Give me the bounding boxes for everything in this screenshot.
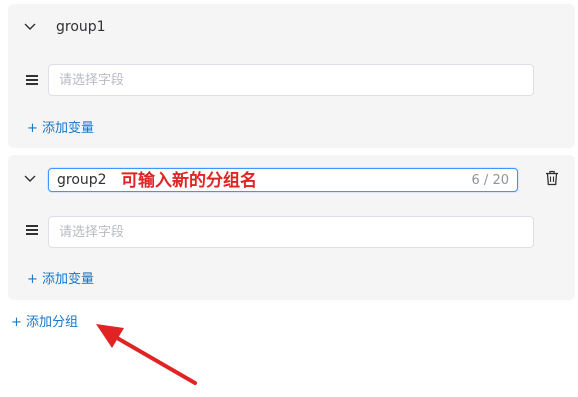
field-select-input[interactable] (48, 64, 534, 96)
chevron-down-icon[interactable] (23, 20, 37, 34)
group-name: group1 (56, 19, 106, 35)
group-card-1: group1 + 添加变量 (8, 4, 575, 148)
group-card-2: group2 6 / 20 可输入新的分组名 + 添加变量 (8, 155, 575, 300)
add-variable-button[interactable]: + 添加变量 (27, 117, 94, 136)
drag-handle-icon[interactable] (26, 75, 38, 85)
trash-icon[interactable] (545, 170, 559, 186)
add-variable-button[interactable]: + 添加变量 (27, 268, 94, 287)
chevron-down-icon[interactable] (23, 172, 37, 186)
char-count: 6 / 20 (471, 172, 509, 188)
group-name-input[interactable]: group2 6 / 20 (48, 168, 518, 192)
group-name-value: group2 (57, 172, 107, 188)
field-select-input[interactable] (48, 216, 534, 248)
annotation-text: 可输入新的分组名 (121, 171, 257, 191)
variable-groups-panel: group1 + 添加变量 group2 6 / 20 可输入新的分组名 (0, 0, 578, 397)
drag-handle-icon[interactable] (26, 225, 38, 235)
add-group-button[interactable]: + 添加分组 (11, 311, 78, 330)
